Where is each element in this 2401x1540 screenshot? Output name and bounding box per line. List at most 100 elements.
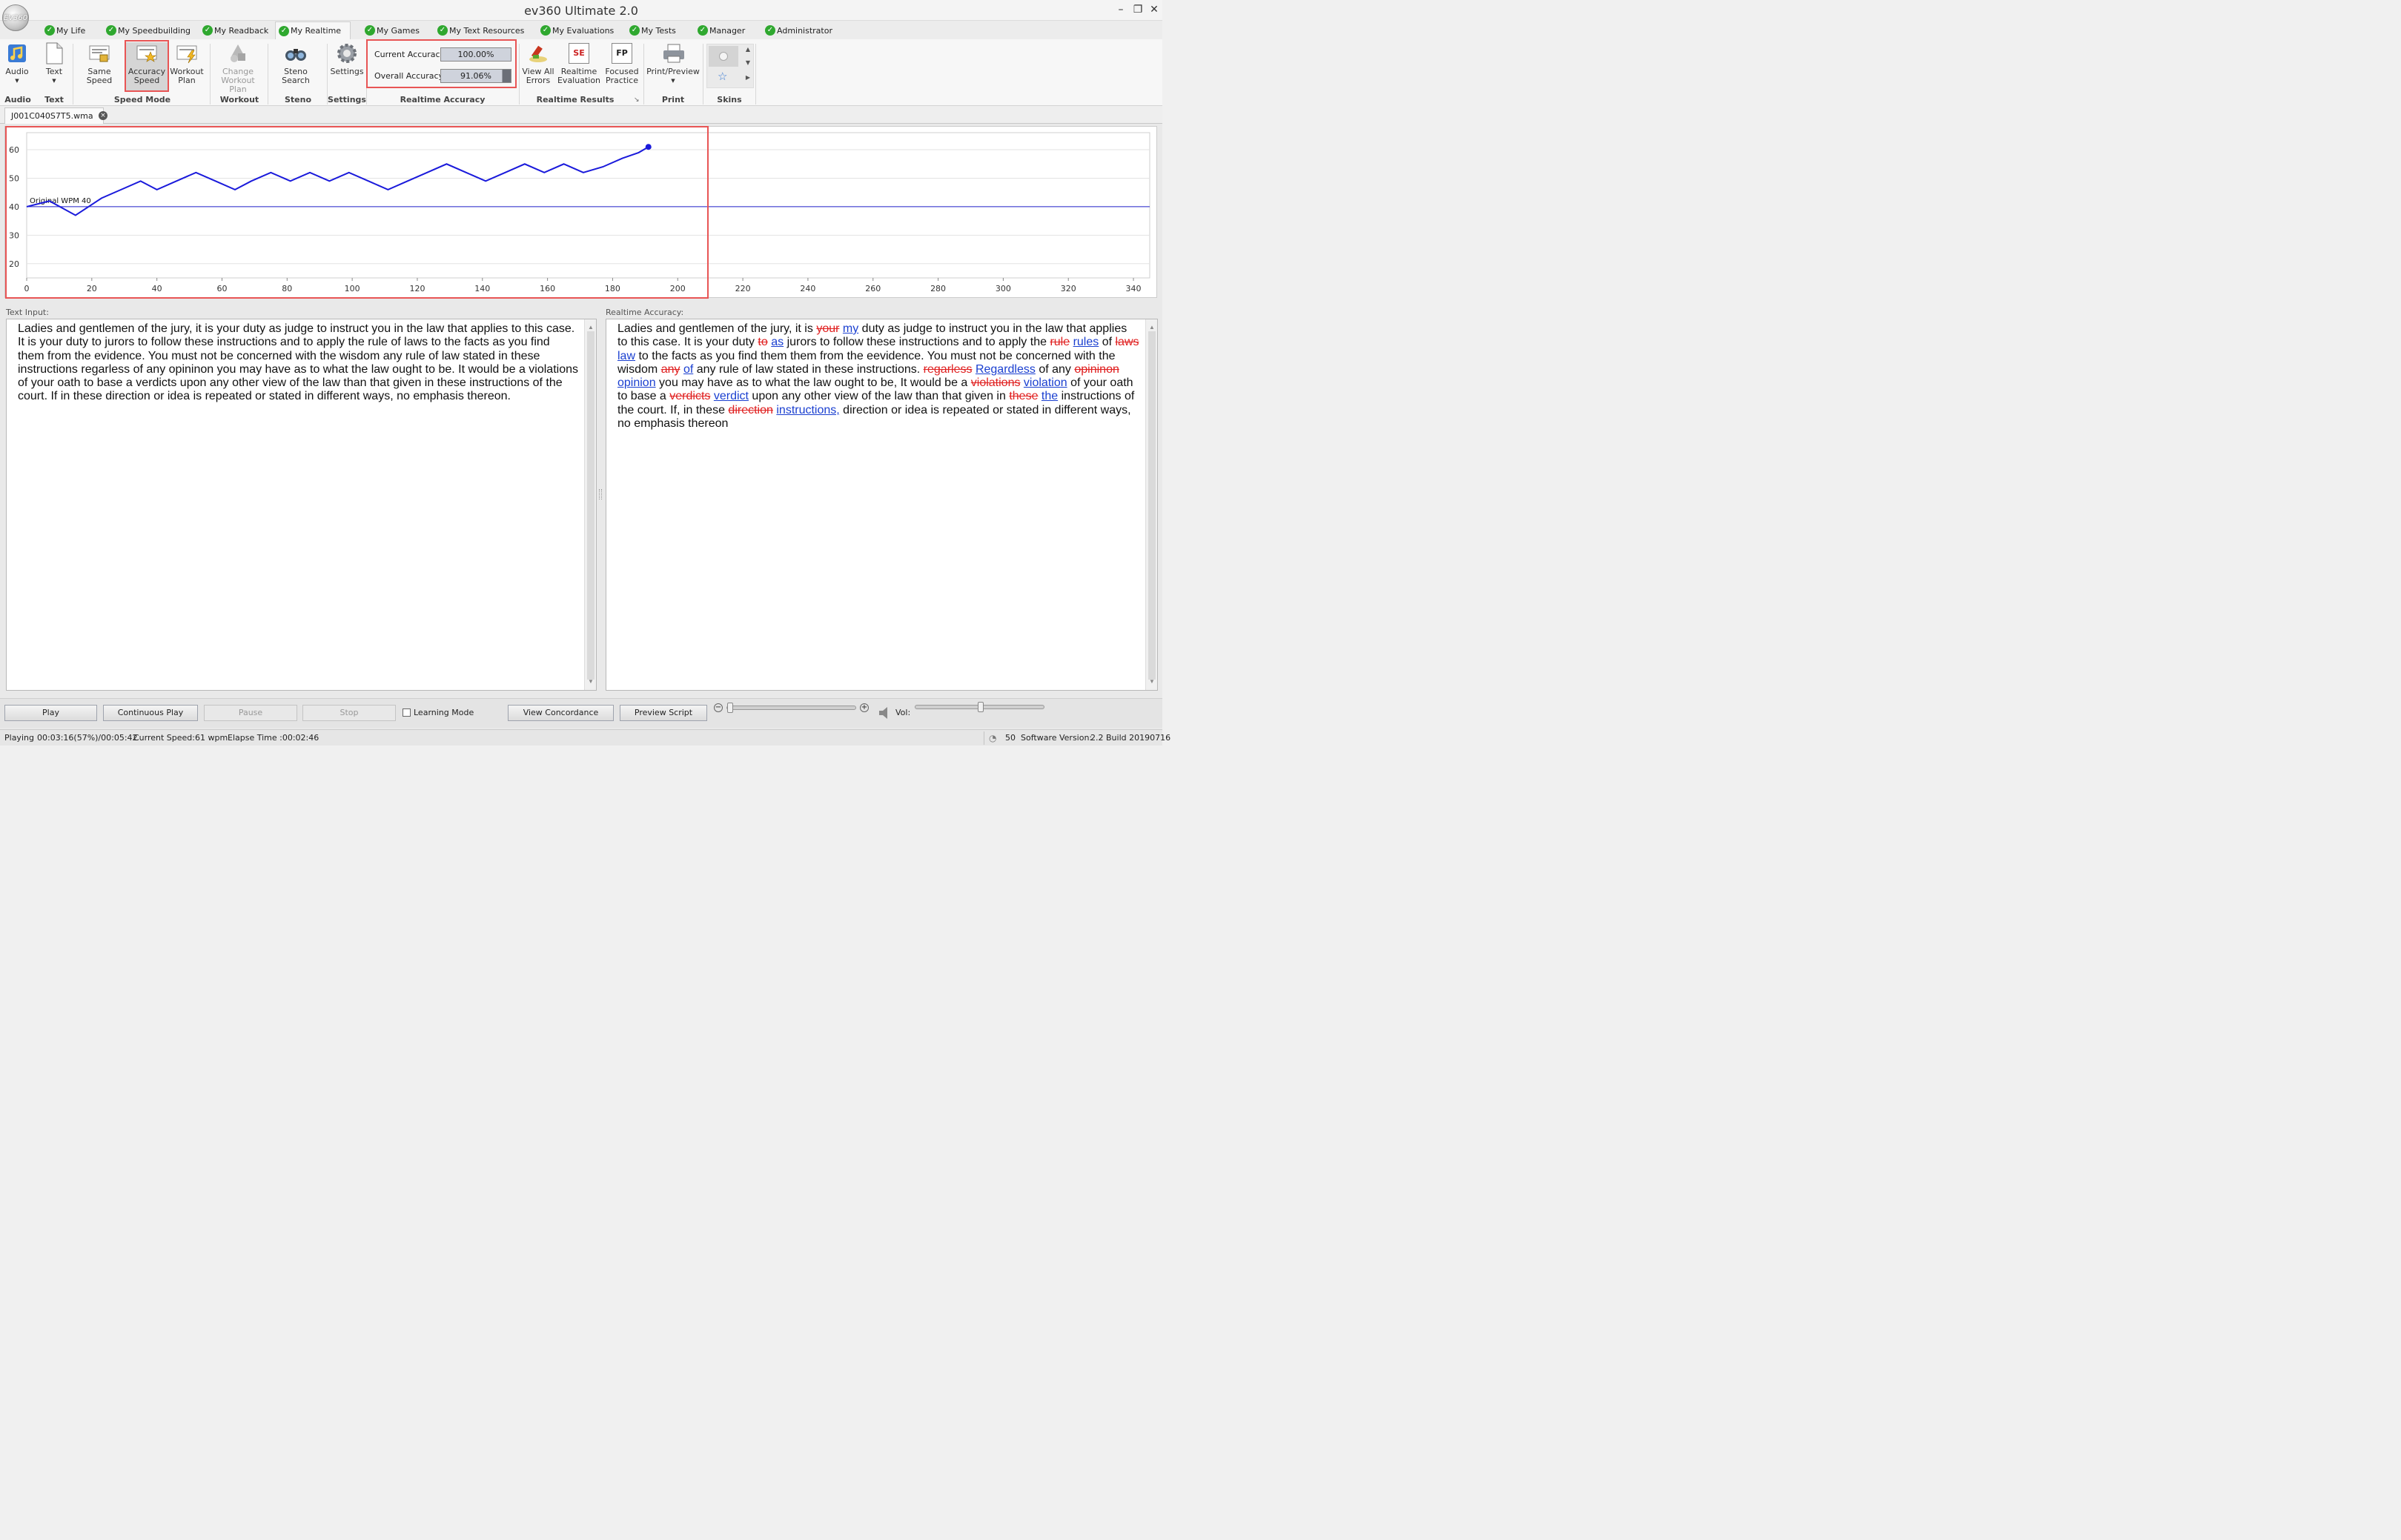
change-workout-plan-button[interactable]: Change Workout Plan — [213, 42, 262, 94]
realtime-accuracy-area[interactable]: Ladies and gentlemen of the jury, it is … — [606, 319, 1158, 691]
tab-my-games[interactable]: ✓ My Games — [362, 21, 425, 39]
view-concordance-button[interactable]: View Concordance — [508, 705, 614, 721]
tab-my-readback[interactable]: ✓ My Readback — [199, 21, 274, 39]
volume-slider[interactable] — [915, 702, 1044, 712]
deleted-word: opininon — [1074, 362, 1119, 376]
restore-button[interactable]: ❐ — [1131, 3, 1145, 16]
check-icon: ✓ — [765, 25, 775, 36]
workout-plan-label: Workout Plan — [221, 76, 255, 94]
speaker-icon[interactable] — [878, 706, 892, 722]
network-icon: ◔ — [989, 733, 997, 743]
tab-my-evaluations[interactable]: ✓ My Evaluations — [537, 21, 620, 39]
volume-slider-knob[interactable] — [978, 702, 984, 712]
audio-button[interactable]: Audio ▼ — [4, 42, 30, 85]
tab-my-life[interactable]: ✓ My Life — [42, 21, 91, 39]
document-tabs: J001C040S7T5.wma × — [0, 106, 1162, 124]
eraser-icon — [527, 42, 549, 64]
zoom-in-icon[interactable]: + — [860, 703, 869, 712]
tab-my-tests[interactable]: ✓ My Tests — [626, 21, 682, 39]
tab-label: My Text Resources — [449, 25, 525, 36]
zoom-out-icon[interactable]: − — [714, 703, 723, 712]
scroll-thumb[interactable] — [1148, 331, 1156, 680]
play-button[interactable]: Play — [4, 705, 97, 721]
app-window: ev360 Ultimate 2.0 – ❐ ✕ EV360 ✓ My Life … — [0, 0, 1170, 746]
pause-button[interactable]: Pause — [204, 705, 297, 721]
status-time: 00:03:16(57%)/00:05:42 — [37, 733, 138, 743]
text-input-area[interactable]: Ladies and gentlemen of the jury, it is … — [6, 319, 597, 691]
view-all-errors-button[interactable]: View All Errors — [522, 42, 554, 85]
skin-circle-icon[interactable] — [709, 46, 738, 67]
realtime-text: upon any other view of the law than that… — [748, 390, 1010, 403]
realtime-accuracy-label: Realtime Accuracy: — [606, 308, 684, 317]
skin-star-icon[interactable]: ☆ — [718, 70, 727, 83]
same-speed-button[interactable]: Same Speed — [77, 42, 122, 85]
text-button[interactable]: Text ▼ — [42, 42, 67, 85]
minimize-button[interactable]: – — [1114, 3, 1127, 16]
settings-label: Settings — [330, 67, 364, 76]
gallery-more-icon[interactable]: ▶ — [746, 74, 750, 81]
app-logo[interactable]: EV360 — [2, 4, 29, 31]
se-icon: SE — [568, 42, 590, 64]
group-label-settings: Settings — [328, 95, 366, 104]
splitter-handle[interactable] — [599, 489, 602, 499]
dropdown-arrow-icon: ▼ — [671, 78, 675, 84]
version-value: 2.2 Build 20190716 — [1090, 733, 1171, 743]
close-button[interactable]: ✕ — [1147, 3, 1161, 16]
x-tick-label: 260 — [865, 284, 881, 293]
realtime-evaluation-button[interactable]: SE Realtime Evaluation — [557, 42, 600, 85]
steno-search-button[interactable]: Steno Search — [279, 42, 313, 85]
text-label: Text — [45, 67, 63, 76]
current-accuracy-bar: 100.00% — [440, 47, 511, 62]
status-elapse: Elapse Time :00:02:46 — [228, 733, 319, 743]
print-preview-button[interactable]: Print/Preview ▼ — [646, 42, 700, 85]
dropdown-arrow-icon: ▼ — [15, 78, 19, 84]
gallery-down-icon[interactable]: ▼ — [746, 59, 750, 66]
overall-accuracy-bar: 91.06% — [440, 69, 511, 83]
continuous-play-button[interactable]: Continuous Play — [103, 705, 198, 721]
workout-plan-button[interactable]: Workout Plan — [170, 42, 204, 85]
position-slider[interactable] — [726, 703, 856, 713]
deleted-word: verdicts — [669, 390, 711, 403]
corrected-word: instructions, — [776, 403, 840, 416]
dialog-launcher-icon[interactable]: ↘ — [634, 96, 640, 104]
group-label-audio: Audio — [4, 95, 31, 104]
x-tick-label: 220 — [735, 284, 751, 293]
group-label-print: Print — [661, 95, 685, 104]
tab-my-speedbuilding[interactable]: ✓ My Speedbuilding — [103, 21, 196, 39]
realtime-scrollbar[interactable]: ▲ ▼ — [1145, 319, 1157, 690]
practice-label: Practice — [606, 76, 638, 85]
stop-button[interactable]: Stop — [302, 705, 396, 721]
preview-script-button[interactable]: Preview Script — [620, 705, 707, 721]
focused-practice-button[interactable]: FP Focused Practice — [603, 42, 640, 85]
printer-icon — [662, 42, 684, 64]
text-input-scrollbar[interactable]: ▲ ▼ — [584, 319, 596, 690]
corrected-word: violation — [1023, 376, 1067, 390]
document-tab-label: J001C040S7T5.wma — [11, 111, 93, 121]
chart-highlight-box — [5, 126, 709, 299]
tab-label: Administrator — [777, 25, 832, 36]
tab-administrator[interactable]: ✓ Administrator — [762, 21, 838, 39]
deleted-word: your — [816, 322, 840, 335]
logo-text: EV360 — [3, 13, 28, 22]
main-tabs: ✓ My Life ✓ My Speedbuilding ✓ My Readback … — [0, 21, 1162, 39]
scroll-down-icon[interactable]: ▼ — [588, 675, 594, 688]
document-tab[interactable]: J001C040S7T5.wma × — [4, 107, 107, 124]
settings-button[interactable]: Settings — [330, 42, 364, 76]
learning-mode-checkbox[interactable] — [403, 708, 411, 717]
tab-manager[interactable]: ✓ Manager — [695, 21, 751, 39]
scroll-thumb[interactable] — [587, 331, 595, 680]
deleted-word: any — [660, 362, 680, 376]
skins-gallery[interactable]: ☆ ▲ ▼ ▶ — [706, 44, 754, 88]
corrected-word: law — [617, 349, 636, 362]
deleted-word: to — [758, 336, 768, 349]
print-preview-label: Print/Preview — [646, 67, 700, 76]
current-accuracy-value: 100.00% — [457, 50, 494, 59]
close-tab-icon[interactable]: × — [99, 111, 107, 120]
position-slider-knob[interactable] — [727, 703, 733, 713]
scroll-down-icon[interactable]: ▼ — [1149, 675, 1155, 688]
learning-mode-label: Learning Mode — [414, 708, 474, 717]
tab-my-realtime[interactable]: ✓ My Realtime — [275, 21, 351, 39]
status-speed: Current Speed:61 wpm — [133, 733, 228, 743]
gallery-up-icon[interactable]: ▲ — [746, 46, 750, 53]
tab-my-text-resources[interactable]: ✓ My Text Resources — [434, 21, 530, 39]
